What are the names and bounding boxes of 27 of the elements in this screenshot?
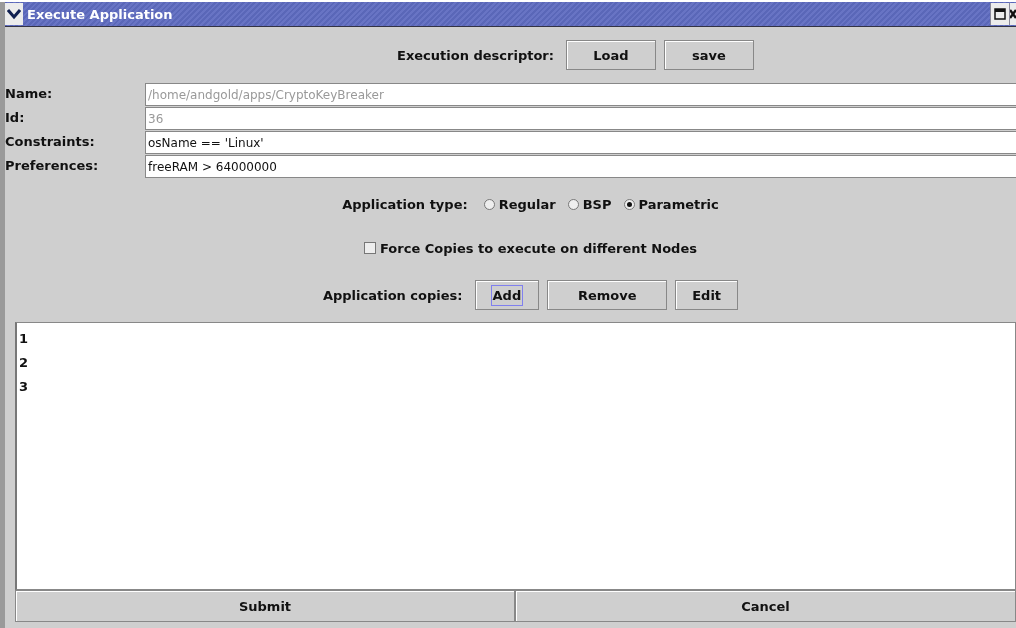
field-label: Id:: [5, 109, 26, 127]
chevron-down-icon[interactable]: [5, 3, 23, 25]
field-label: Name:: [5, 85, 54, 103]
radio-option[interactable]: BSP: [567, 196, 612, 212]
descriptor-button[interactable]: save: [663, 40, 754, 70]
application-copies-label: Application copies:: [322, 287, 463, 303]
action-button[interactable]: Cancel: [515, 590, 1016, 622]
copies-button[interactable]: Edit: [675, 280, 739, 310]
list-item[interactable]: 3: [19, 375, 1013, 399]
maximize-icon[interactable]: [990, 3, 1009, 25]
copies-button[interactable]: Remove: [547, 280, 668, 310]
checkbox[interactable]: Force Copies to execute on different Nodes: [364, 240, 697, 256]
list-item[interactable]: 1: [19, 327, 1013, 351]
close-icon[interactable]: [1009, 3, 1016, 25]
descriptor-label: Execution descriptor:: [397, 47, 554, 63]
copies-button[interactable]: Add: [474, 280, 540, 310]
field-label: Preferences:: [5, 157, 100, 175]
list-item[interactable]: 2: [19, 351, 1013, 375]
radio-option[interactable]: Parametric: [623, 196, 719, 212]
descriptor-button[interactable]: Load: [565, 40, 656, 70]
radio-option[interactable]: Regular: [483, 196, 556, 212]
application-type-label: Application type:: [342, 196, 468, 212]
text-field[interactable]: osName == 'Linux': [145, 131, 1016, 154]
field-label: Constraints:: [5, 133, 96, 151]
action-button[interactable]: Submit: [15, 590, 515, 622]
window-title: Execute Application: [27, 6, 173, 22]
text-field[interactable]: freeRAM > 64000000: [145, 155, 1016, 178]
